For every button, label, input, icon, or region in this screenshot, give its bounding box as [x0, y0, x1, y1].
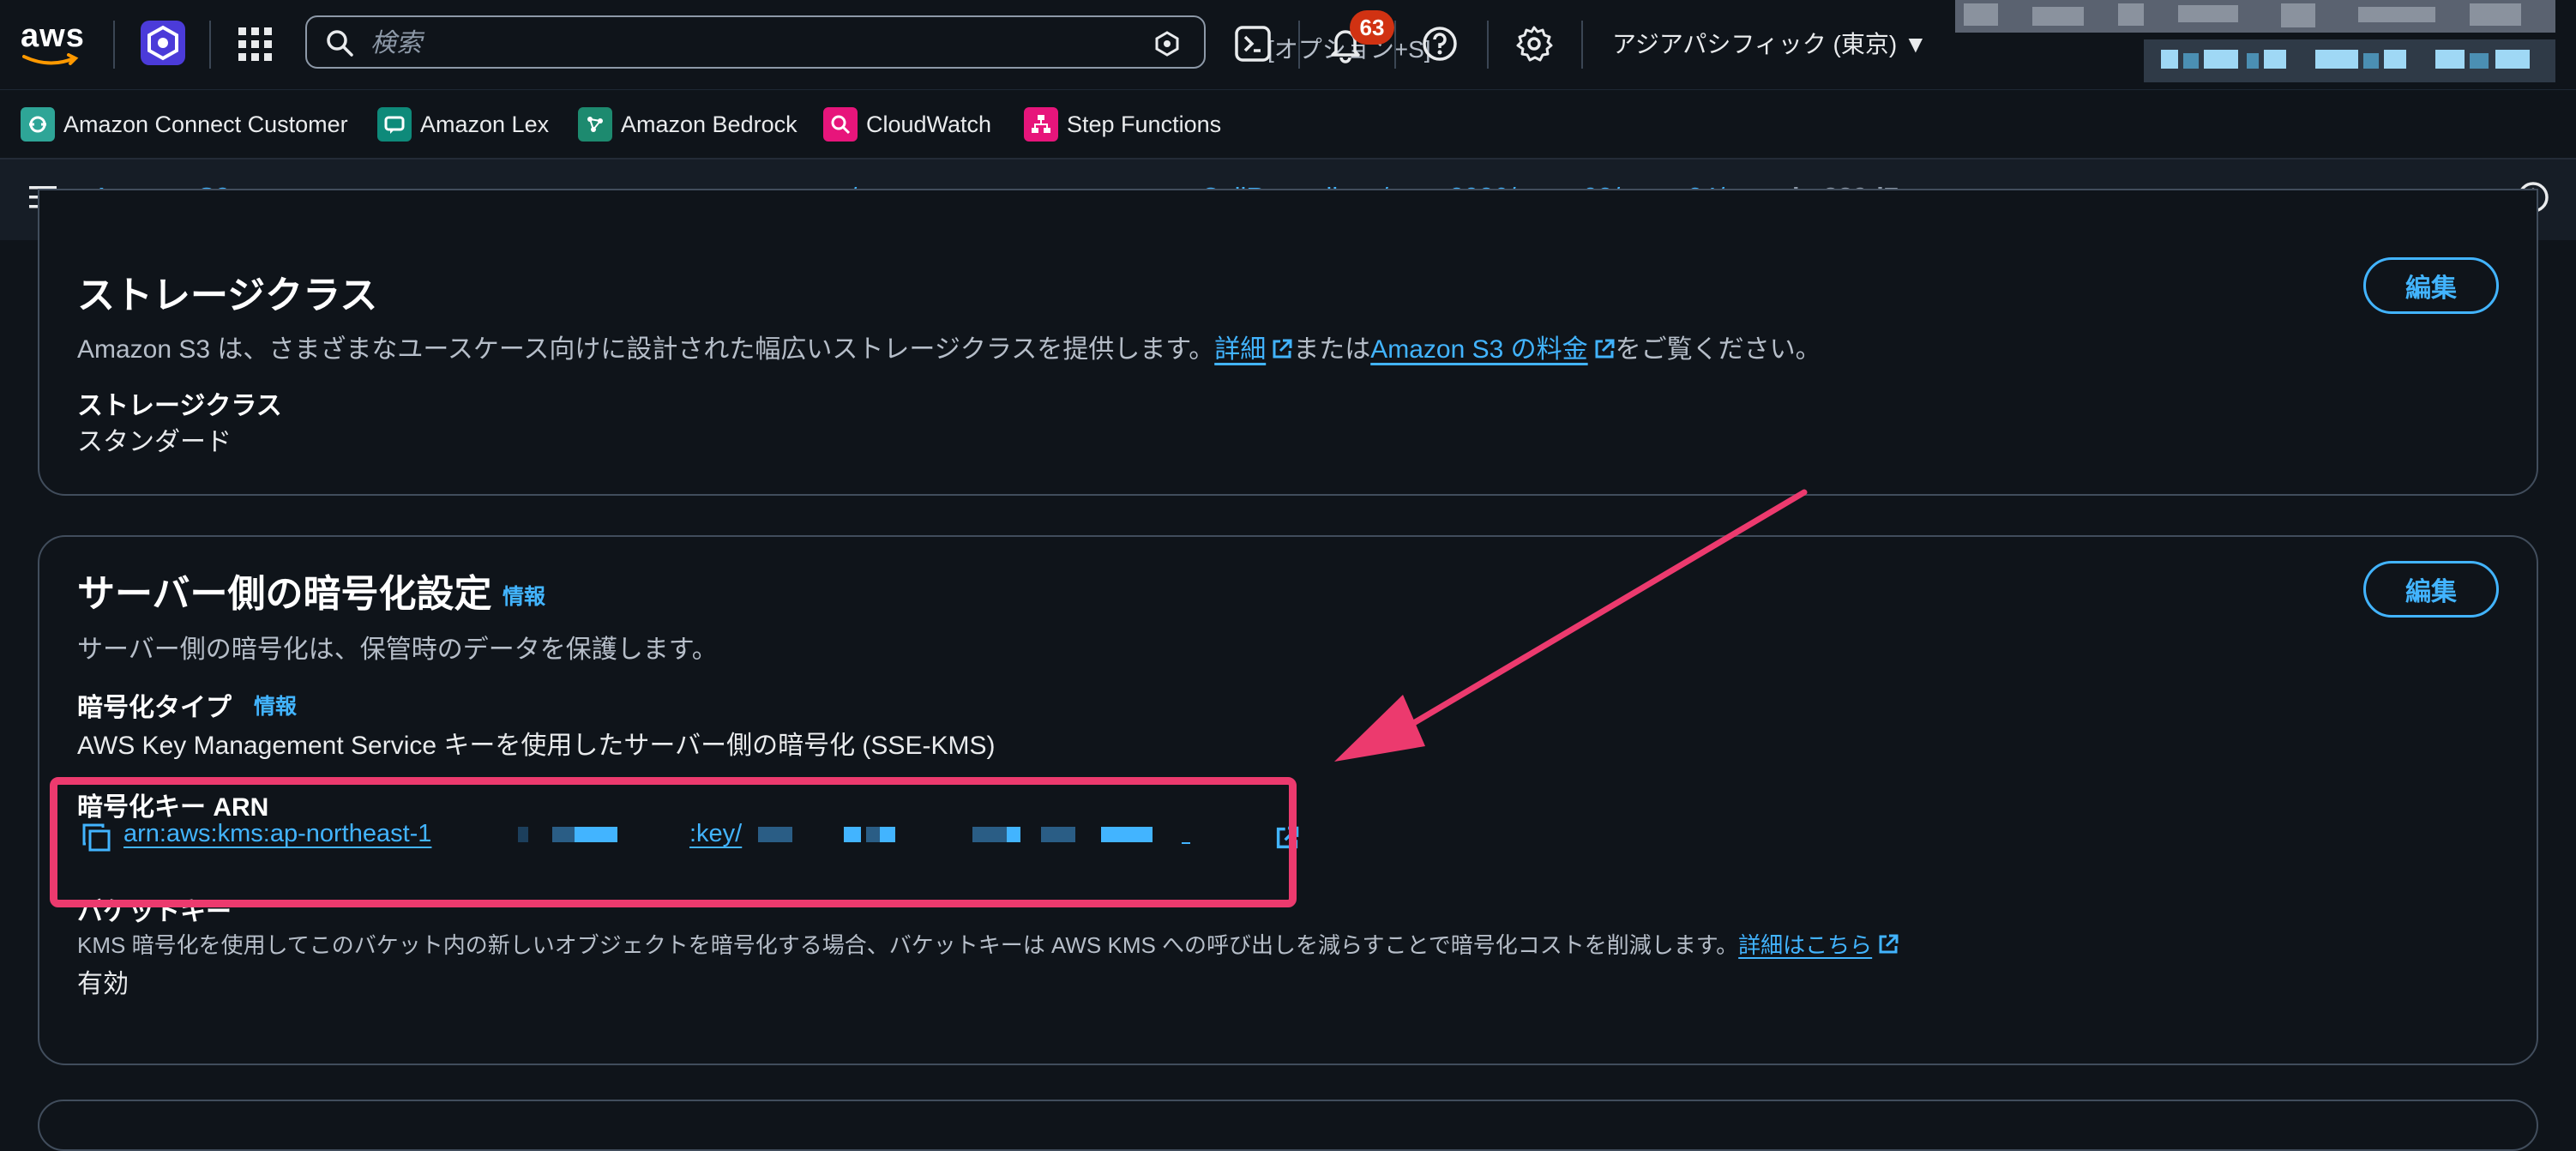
storage-class-panel: ストレージクラス Amazon S3 は、さまざまなユースケース向けに設計された… — [38, 189, 2538, 496]
encryption-description: サーバー側の暗号化は、保管時のデータを保護します。 — [77, 636, 718, 664]
s3-pricing-link[interactable]: Amazon S3 の料金 — [1370, 335, 1615, 364]
favorite-label: Amazon Bedrock — [621, 111, 797, 137]
description-text: Amazon S3 は、さまざまなユースケース向けに設計された幅広いストレージク… — [77, 335, 1215, 364]
bucket-key-details-link[interactable]: 詳細はこちら — [1738, 932, 1899, 958]
notification-count-badge: 63 — [1350, 10, 1394, 45]
next-panel — [38, 1100, 2538, 1151]
encryption-edit-button[interactable]: 編集 — [2363, 561, 2499, 618]
description-text: または — [1293, 335, 1371, 364]
encryption-type-info-link[interactable]: 情報 — [254, 690, 297, 720]
nav-divider — [209, 21, 211, 69]
cloudwatch-icon — [823, 107, 858, 142]
bucket-key-description: KMS 暗号化を使用してこのバケット内の新しいオブジェクトを暗号化する場合、バケ… — [77, 928, 1899, 960]
favorite-label: Amazon Connect Customer — [63, 111, 348, 137]
search-icon — [327, 30, 353, 57]
favorite-label: Amazon Lex — [420, 111, 550, 137]
encryption-title: サーバー側の暗号化設定 — [77, 573, 492, 615]
connect-icon — [21, 107, 55, 142]
storage-class-field-label: ストレージクラス — [77, 392, 282, 420]
external-link-icon — [1595, 339, 1615, 359]
settings-gear-icon[interactable] — [1514, 24, 1554, 63]
main-content: ストレージクラス Amazon S3 は、さまざまなユースケース向けに設計された… — [0, 189, 2576, 1151]
details-link[interactable]: 詳細 — [1214, 335, 1293, 364]
aws-logo[interactable]: aws — [21, 19, 86, 70]
description-text: KMS 暗号化を使用してこのバケット内の新しいオブジェクトを暗号化する場合、バケ… — [77, 932, 1739, 958]
favorites-bar: Amazon Connect Customer Amazon Lex Amazo… — [0, 89, 2576, 154]
favorite-amazon-connect[interactable]: Amazon Connect Customer — [21, 107, 348, 142]
details-link-label: 詳細 — [1214, 335, 1267, 364]
bucket-key-details-link-label: 詳細はこちら — [1738, 932, 1873, 958]
region-selector[interactable]: アジアパシフィック (東京) ▼ — [1612, 26, 1928, 60]
aws-smile-icon — [22, 53, 79, 65]
step-functions-icon — [1024, 107, 1058, 142]
nav-divider — [1581, 21, 1583, 69]
storage-class-field-value: スタンダード — [77, 428, 232, 456]
external-link-icon — [1273, 339, 1292, 359]
encryption-type-value: AWS Key Management Service キーを使用したサーバー側の… — [77, 732, 996, 760]
top-navigation: aws [オプション+S] — [0, 0, 2576, 87]
external-link-icon — [1879, 934, 1899, 954]
nav-divider — [1298, 21, 1300, 69]
services-grid-icon[interactable] — [237, 26, 274, 63]
description-text: をご覧ください。 — [1615, 335, 1821, 364]
favorite-label: Step Functions — [1067, 111, 1222, 137]
favorite-step-functions[interactable]: Step Functions — [1024, 107, 1221, 142]
favorite-label: CloudWatch — [866, 111, 992, 137]
storage-class-edit-button[interactable]: 編集 — [2363, 257, 2499, 314]
aws-logo-text: aws — [21, 18, 85, 54]
search-input[interactable] — [369, 26, 904, 62]
annotation-highlight-box — [50, 777, 1297, 907]
help-icon[interactable] — [1420, 24, 1460, 63]
encryption-type-label: 暗号化タイプ — [77, 694, 232, 722]
storage-class-description: Amazon S3 は、さまざまなユースケース向けに設計された幅広いストレージク… — [77, 328, 1821, 365]
amazon-q-small-icon — [1155, 31, 1179, 57]
bucket-key-value: 有効 — [77, 970, 129, 998]
redacted-account-info[interactable] — [1955, 0, 2555, 86]
lex-icon — [377, 107, 412, 142]
amazon-q-icon[interactable] — [139, 19, 187, 67]
cloudshell-icon[interactable] — [1233, 24, 1273, 63]
favorite-amazon-bedrock[interactable]: Amazon Bedrock — [578, 107, 797, 142]
bedrock-icon — [578, 107, 612, 142]
storage-class-title: ストレージクラス — [77, 274, 378, 316]
search-box[interactable]: [オプション+S] — [305, 15, 1431, 69]
favorite-cloudwatch[interactable]: CloudWatch — [823, 107, 991, 142]
nav-divider — [113, 21, 115, 69]
nav-divider — [1487, 21, 1489, 69]
favorite-amazon-lex[interactable]: Amazon Lex — [377, 107, 549, 142]
s3-pricing-link-label: Amazon S3 の料金 — [1370, 335, 1588, 364]
nav-divider — [1394, 21, 1396, 69]
encryption-info-link[interactable]: 情報 — [503, 580, 545, 611]
